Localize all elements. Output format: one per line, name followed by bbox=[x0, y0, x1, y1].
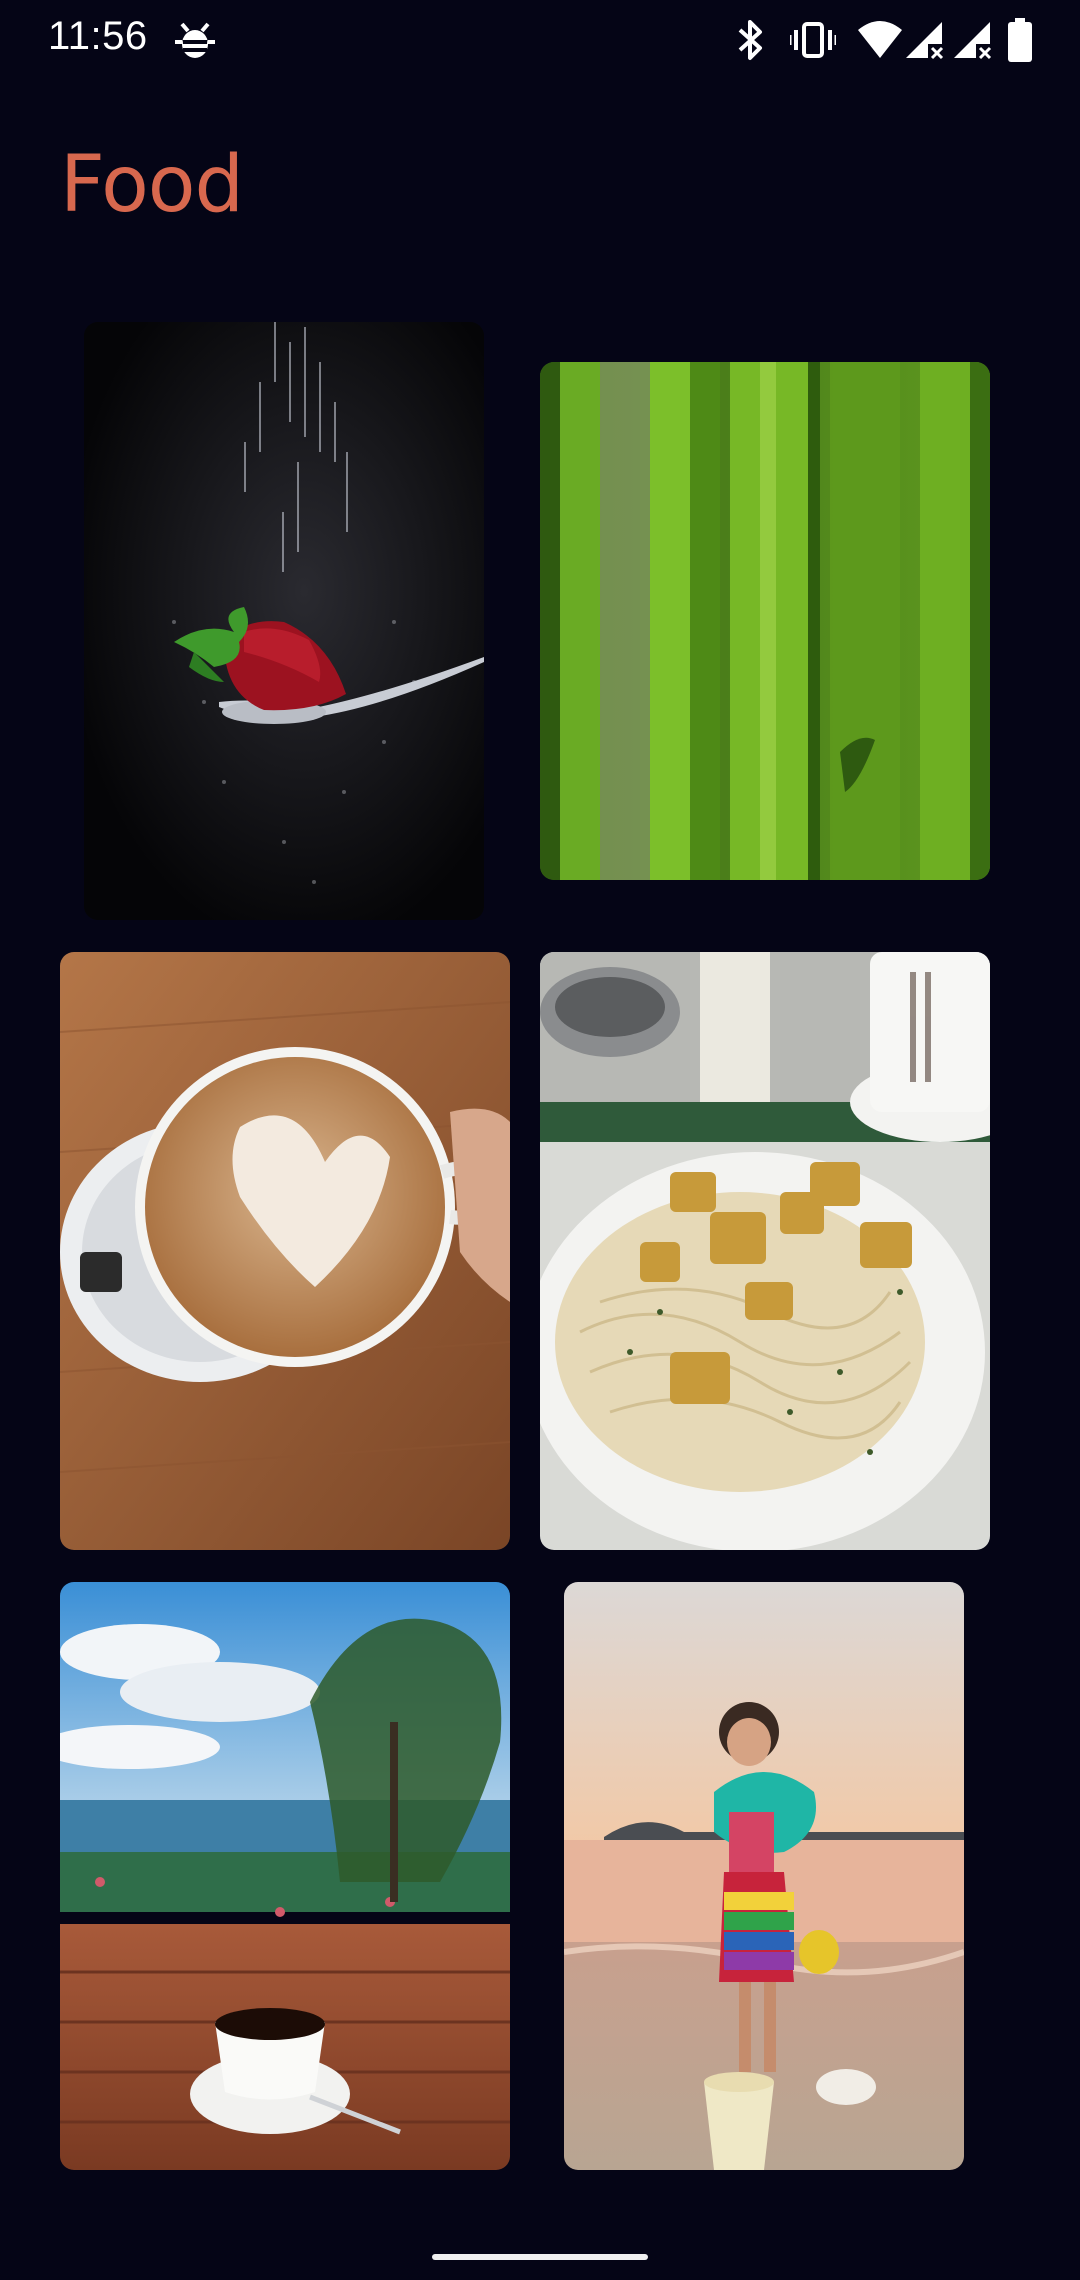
seaside-coffee-image bbox=[60, 1582, 510, 2170]
beach-child-image bbox=[564, 1582, 964, 2170]
bluetooth-icon bbox=[738, 20, 762, 60]
vibrate-icon bbox=[790, 22, 836, 58]
status-bar: 11:56 bbox=[0, 0, 1080, 80]
pasta-image bbox=[540, 952, 990, 1550]
latte-image bbox=[60, 952, 510, 1550]
photo-strawberry-spoon[interactable] bbox=[84, 322, 484, 920]
debug-bug-icon bbox=[175, 22, 215, 58]
page-title: Food bbox=[60, 140, 244, 230]
strawberry-image bbox=[84, 322, 484, 920]
battery-icon bbox=[1008, 18, 1032, 62]
gallery-screen: 11:56 Food bbox=[0, 0, 1080, 2280]
photo-coffee-seaside[interactable] bbox=[60, 1582, 510, 2170]
photo-green-leaves[interactable] bbox=[540, 362, 990, 880]
gesture-nav-handle[interactable] bbox=[432, 2254, 648, 2260]
leaves-image bbox=[540, 362, 990, 880]
wifi-icon bbox=[858, 21, 902, 58]
signal-icon bbox=[906, 22, 946, 62]
status-time: 11:56 bbox=[48, 14, 148, 58]
signal-no-service-icon bbox=[954, 22, 994, 62]
photo-pasta-croutons[interactable] bbox=[540, 952, 990, 1550]
photo-latte-art[interactable] bbox=[60, 952, 510, 1550]
photo-child-beach[interactable] bbox=[564, 1582, 964, 2170]
